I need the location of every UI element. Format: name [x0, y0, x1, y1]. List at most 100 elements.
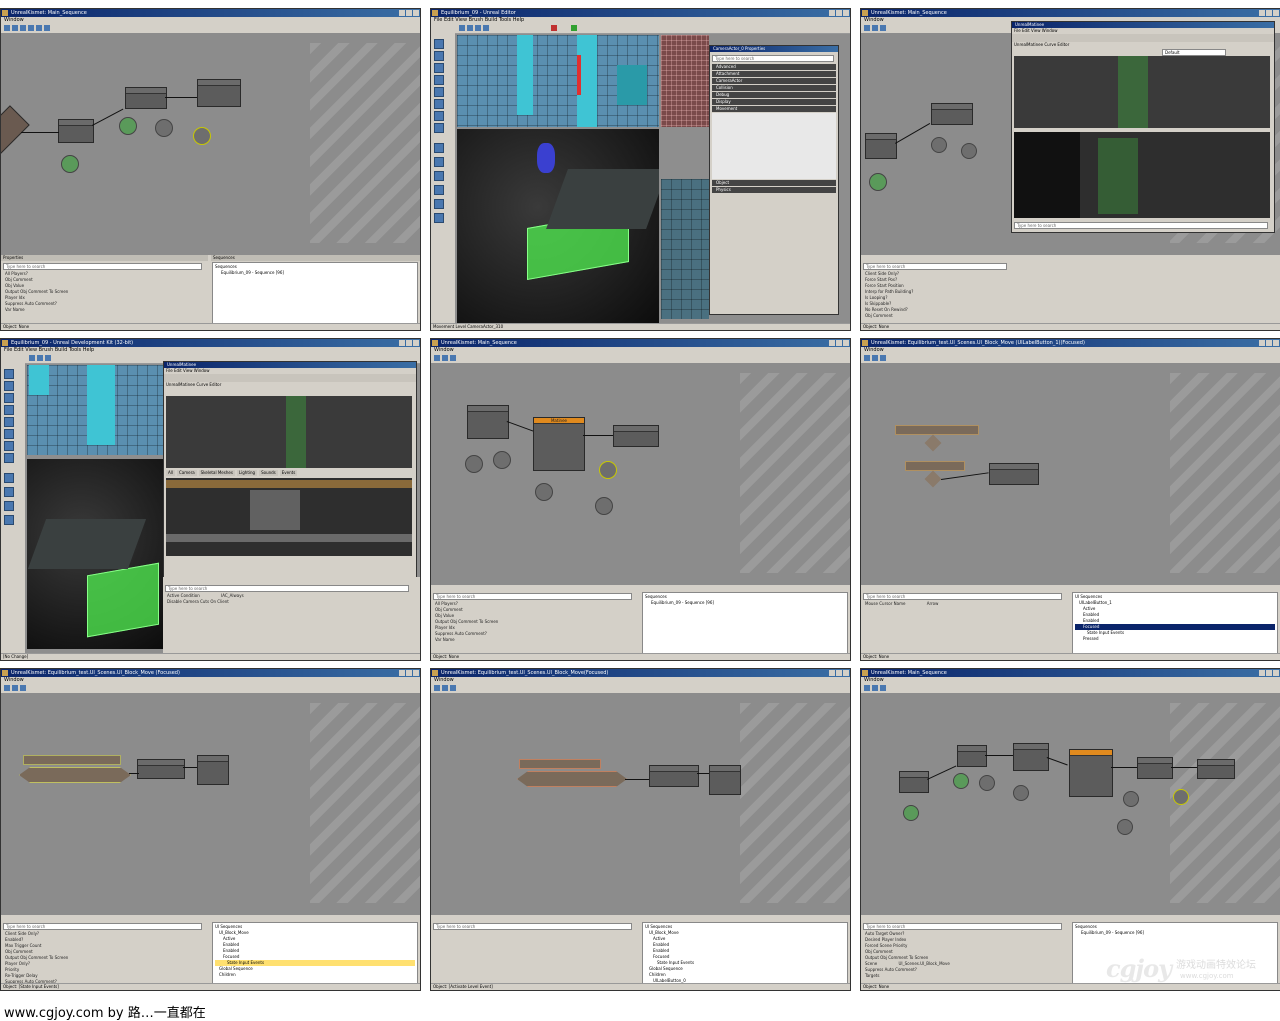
property-value[interactable]: IAC_Always: [221, 593, 244, 598]
minimize-button[interactable]: [1259, 10, 1265, 16]
kismet-node[interactable]: [58, 119, 94, 143]
toolbar-icon[interactable]: [434, 685, 440, 691]
close-button[interactable]: [1273, 340, 1279, 346]
properties-search-input[interactable]: Type here to search: [165, 585, 409, 592]
top-viewport[interactable]: [457, 35, 659, 127]
toolbar-icon[interactable]: [20, 685, 26, 691]
mode-button[interactable]: [434, 51, 444, 61]
kismet-canvas[interactable]: [1, 33, 420, 255]
maximize-button[interactable]: [1266, 10, 1272, 16]
kismet-node[interactable]: [1, 105, 30, 155]
tree-item[interactable]: Children: [215, 972, 415, 978]
preset-dropdown[interactable]: Default: [1162, 49, 1226, 56]
properties-search-input[interactable]: Type here to search: [433, 593, 632, 600]
minimize-button[interactable]: [1259, 670, 1265, 676]
toolbar-icon[interactable]: [864, 685, 870, 691]
toolbar-icon[interactable]: [483, 25, 489, 31]
kismet-node[interactable]: [1197, 759, 1235, 779]
minimize-button[interactable]: [399, 10, 405, 16]
toolbar-icon[interactable]: [45, 355, 51, 361]
properties-search-input[interactable]: Type here to search: [863, 263, 1007, 270]
variable-node[interactable]: [61, 155, 79, 173]
event-hexagon[interactable]: [19, 767, 131, 783]
kismet-canvas[interactable]: [861, 693, 1280, 915]
mode-button[interactable]: [434, 199, 444, 209]
mode-button[interactable]: [4, 381, 14, 391]
tab-skeletal-meshes[interactable]: Skeletal Meshes: [198, 470, 235, 476]
property-row[interactable]: Var Name: [5, 307, 68, 313]
minimize-button[interactable]: [829, 670, 835, 676]
mode-button[interactable]: [434, 87, 444, 97]
event-diamond[interactable]: [924, 470, 942, 488]
variable-node[interactable]: [1173, 789, 1189, 805]
tab-all[interactable]: All: [166, 470, 175, 476]
kismet-node[interactable]: [613, 425, 659, 447]
variable-node[interactable]: [869, 173, 887, 191]
toolbar-icon[interactable]: [864, 355, 870, 361]
event-node[interactable]: [519, 759, 601, 769]
mode-button[interactable]: [434, 99, 444, 109]
category-row[interactable]: Debug: [712, 92, 836, 98]
curve-editor[interactable]: [166, 396, 412, 468]
mode-button[interactable]: [4, 369, 14, 379]
variable-node[interactable]: [465, 455, 483, 473]
category-row[interactable]: Physics: [712, 187, 836, 193]
toolbar-icon[interactable]: [872, 685, 878, 691]
maximize-button[interactable]: [1266, 340, 1272, 346]
mode-button[interactable]: [4, 429, 14, 439]
toolbar-icon[interactable]: [872, 25, 878, 31]
toolbar-icon[interactable]: [475, 25, 481, 31]
close-button[interactable]: [1273, 670, 1279, 676]
toolbar-icon[interactable]: [864, 25, 870, 31]
kismet-node[interactable]: [865, 133, 897, 159]
maximize-button[interactable]: [836, 340, 842, 346]
mode-button[interactable]: [4, 405, 14, 415]
close-button[interactable]: [413, 670, 419, 676]
mode-button[interactable]: [4, 487, 14, 497]
toolbar-icon[interactable]: [37, 355, 43, 361]
menu-bar[interactable]: Window: [1, 17, 420, 24]
mode-button[interactable]: [434, 171, 444, 181]
variable-node[interactable]: [1117, 819, 1133, 835]
minimize-button[interactable]: [399, 670, 405, 676]
property-value[interactable]: Arrow: [927, 601, 939, 606]
category-row[interactable]: Display: [712, 99, 836, 105]
toolbar-icon[interactable]: [551, 25, 557, 31]
toolbar-icon[interactable]: [872, 355, 878, 361]
variable-node[interactable]: [535, 483, 553, 501]
side-viewport[interactable]: [661, 35, 709, 127]
property-row[interactable]: Var Name: [435, 637, 498, 643]
kismet-canvas[interactable]: [431, 693, 850, 915]
mode-button[interactable]: [434, 75, 444, 85]
toolbar-icon[interactable]: [450, 355, 456, 361]
toolbar-icon[interactable]: [12, 25, 18, 31]
menu-bar[interactable]: Window: [431, 677, 850, 684]
menu-bar[interactable]: Window: [431, 347, 850, 354]
tree-item[interactable]: Equilibrium_09 - Sequence [96]: [1075, 930, 1275, 936]
variable-node[interactable]: [599, 461, 617, 479]
track-view[interactable]: [1014, 132, 1270, 218]
properties-search-input[interactable]: Type here to search: [3, 263, 202, 270]
property-value[interactable]: UI_Scenes.UI_Block_Move: [898, 961, 949, 966]
properties-search-input[interactable]: Type here to search: [3, 923, 202, 930]
property-row[interactable]: Obj Comment: [865, 313, 913, 319]
track-view[interactable]: [166, 478, 412, 556]
mode-button[interactable]: [434, 143, 444, 153]
event-hexagon[interactable]: [517, 771, 627, 787]
variable-node[interactable]: [155, 119, 173, 137]
event-node[interactable]: [895, 425, 979, 435]
matinee-node[interactable]: [1069, 749, 1113, 797]
variable-node[interactable]: [931, 137, 947, 153]
mode-button[interactable]: [4, 441, 14, 451]
maximize-button[interactable]: [406, 340, 412, 346]
toolbar-icon[interactable]: [467, 25, 473, 31]
mode-button[interactable]: [434, 39, 444, 49]
maximize-button[interactable]: [836, 670, 842, 676]
toolbar-icon[interactable]: [880, 25, 886, 31]
tab-sounds[interactable]: Sounds: [259, 470, 278, 476]
mode-button[interactable]: [434, 157, 444, 167]
maximize-button[interactable]: [1266, 670, 1272, 676]
category-row[interactable]: Attachment: [712, 71, 836, 77]
toolbar-icon[interactable]: [28, 25, 34, 31]
minimize-button[interactable]: [829, 10, 835, 16]
